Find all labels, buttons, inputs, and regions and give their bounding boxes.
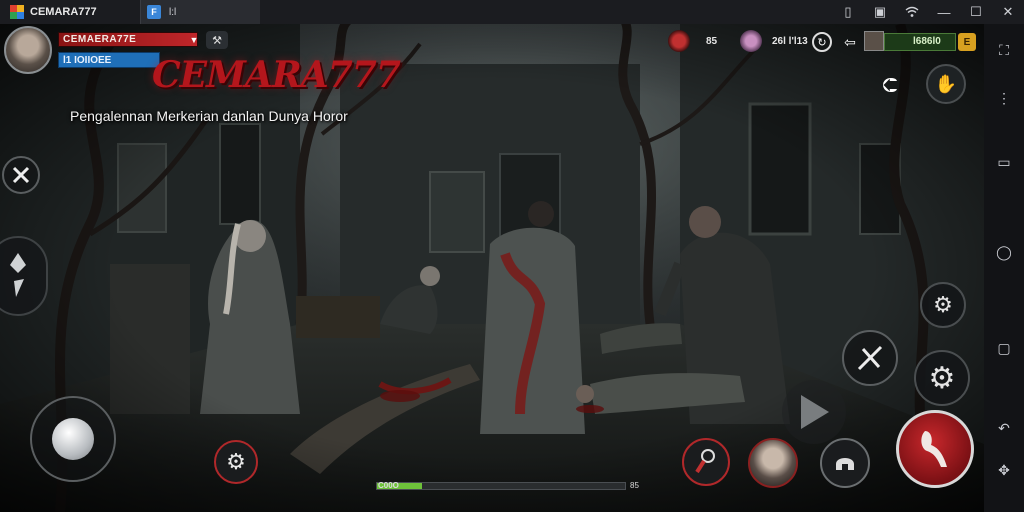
share-action-button[interactable]: ⮈ (870, 66, 910, 106)
attack-button[interactable] (896, 410, 974, 488)
joystick-knob[interactable] (52, 418, 94, 460)
play-icon (801, 395, 829, 429)
refresh-icon: ↻ (817, 36, 827, 49)
hero-portrait-button[interactable] (748, 438, 798, 488)
share-arrow-icon: ⮈ (882, 74, 898, 97)
player-avatar[interactable] (4, 26, 52, 74)
app-title-area: CEMARA777 (0, 0, 140, 24)
emulator-sidebar: ⛶ ⋮ ▭ ◯ ▢ ↶ ✥ (984, 24, 1024, 512)
window-controls: ▯ ▣ — ☐ ✕ (832, 0, 1024, 24)
back-arrow-icon[interactable]: ↶ (992, 416, 1016, 440)
wifi-icon[interactable] (896, 0, 928, 24)
app-logo-icon (10, 5, 24, 19)
recent-apps-icon[interactable]: ▢ (992, 336, 1016, 360)
crossed-blades-icon (857, 345, 883, 371)
helmet-button[interactable] (820, 438, 870, 488)
inventory-button[interactable] (682, 438, 730, 486)
cancel-action-button[interactable] (2, 156, 40, 194)
game-tab-label: l:l (169, 6, 177, 18)
gold-bar: l686l0 (884, 33, 956, 51)
maximize-icon[interactable]: ☐ (960, 0, 992, 24)
helmet-icon (836, 458, 854, 470)
gesture-icon[interactable]: ✥ (992, 458, 1016, 482)
player-name-bar: CEMAERA77E (58, 32, 198, 47)
edit-icon: ⚒ (212, 34, 222, 47)
skill-settings-button[interactable]: ⚙ (214, 440, 258, 484)
game-tab[interactable]: F l:l (140, 0, 260, 24)
profile-edit-button[interactable]: ⚒ (206, 31, 228, 49)
inventory-tool-icon (695, 449, 715, 474)
close-icon[interactable]: ✕ (992, 0, 1024, 24)
player-name: CEMAERA77E (63, 34, 137, 45)
keymap-icon[interactable]: ▣ (864, 0, 896, 24)
stage-progress-bar (376, 482, 626, 490)
chevron-down-icon[interactable]: ▼ (186, 33, 202, 46)
fullscreen-icon[interactable]: ⛶ (992, 38, 1016, 62)
player-level-bar: l1 IOIIOEE (58, 52, 160, 68)
player-level-label: l1 IOIIOEE (63, 55, 112, 66)
crossed-swords-icon (12, 166, 30, 184)
emulator-title-bar: CEMARA777 F l:l ▯ ▣ — ☐ ✕ (0, 0, 1024, 24)
game-viewport[interactable]: CEMAERA77E ▼ ⚒ l1 IOIIOEE CEMARA777 Peng… (0, 24, 984, 512)
game-logo: CEMARA777 (152, 54, 401, 96)
gold-amount: l686l0 (913, 36, 941, 47)
small-gear-button[interactable]: ⚙ (920, 282, 966, 328)
game-tab-icon: F (147, 5, 161, 19)
screen-icon[interactable]: ▭ (992, 150, 1016, 174)
settings-button[interactable]: ⚙ (914, 350, 970, 406)
gear-icon: ⚙ (226, 449, 246, 474)
hand-icon: ✋ (934, 73, 958, 94)
feather-blade-icon (10, 253, 26, 297)
minimize-icon[interactable]: — (928, 0, 960, 24)
share-button[interactable]: ⇦ (840, 32, 860, 52)
movement-joystick[interactable] (30, 396, 116, 482)
gem-count: 26l l'l13 (772, 36, 808, 47)
left-skill-button[interactable] (0, 236, 48, 316)
companion-portrait-icon[interactable] (864, 31, 884, 51)
share-icon: ⇦ (844, 33, 856, 50)
play-button[interactable] (782, 380, 846, 444)
app-title: CEMARA777 (30, 6, 97, 18)
skull-count: 85 (706, 36, 718, 47)
cross-skill-button[interactable] (842, 330, 898, 386)
home-circle-icon[interactable]: ◯ (992, 240, 1016, 264)
game-tagline: Pengalennan Merkerian danlan Dunya Horor (70, 108, 348, 124)
stage-progress-end: 85 (630, 481, 639, 490)
small-gear-icon: ⚙ (933, 292, 953, 317)
claw-strike-icon (921, 431, 947, 467)
gem-currency-icon (740, 30, 762, 52)
gold-coin-icon[interactable]: E (958, 33, 976, 51)
bell-icon[interactable]: ▯ (832, 0, 864, 24)
refresh-button[interactable]: ↻ (812, 32, 832, 52)
stage-progress-label: C00O (378, 481, 399, 490)
more-dots-icon[interactable]: ⋮ (992, 86, 1016, 110)
settings-gear-icon: ⚙ (928, 361, 956, 395)
skull-currency-icon (668, 30, 690, 52)
hand-action-button[interactable]: ✋ (926, 64, 966, 104)
